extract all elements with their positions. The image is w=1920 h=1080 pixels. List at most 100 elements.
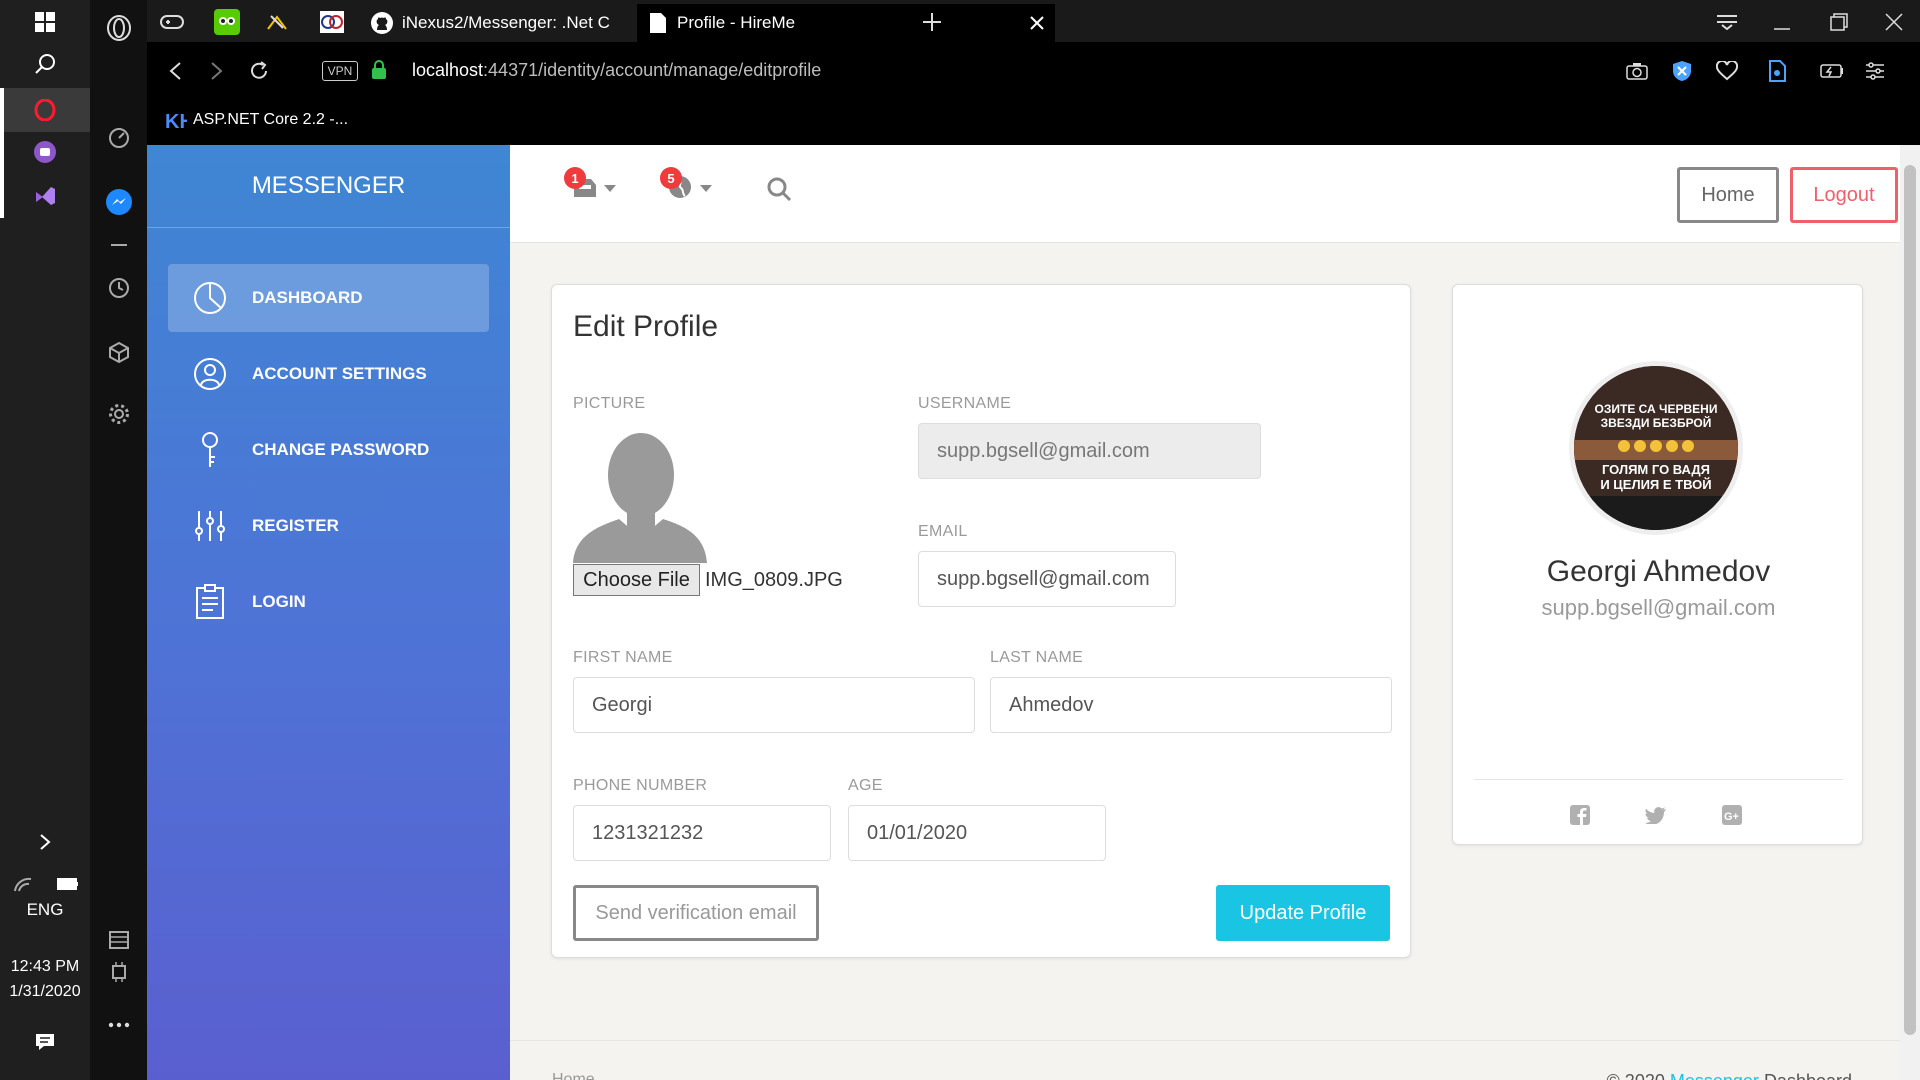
pinned-site-icon-2[interactable]	[312, 6, 352, 38]
bookmarks-bar: KH ASP.NET Core 2.2 -...	[147, 100, 1920, 145]
sidebar-item-change-password[interactable]: CHANGE PASSWORD	[168, 416, 489, 484]
more-options-icon[interactable]	[90, 1005, 147, 1045]
logout-button[interactable]: Logout	[1790, 167, 1898, 223]
sidebar-item-label: LOGIN	[252, 592, 306, 611]
age-field[interactable]: 01/01/2020	[848, 805, 1106, 861]
clipboard-icon	[196, 584, 224, 619]
google-plus-icon[interactable]: G+	[1720, 803, 1744, 827]
minimize-icon[interactable]	[1762, 6, 1802, 38]
tab-profile-label: Profile - HireMe	[677, 13, 796, 32]
windows-taskbar: ENG 12:43 PM 1/31/2020	[0, 0, 90, 1080]
language-indicator[interactable]: ENG	[0, 900, 90, 920]
username-field[interactable]: supp.bgsell@gmail.com	[918, 423, 1261, 479]
tab-profile[interactable]: Profile - HireMe	[637, 4, 1055, 42]
camera-icon[interactable]	[1617, 55, 1657, 87]
vpn-badge[interactable]: VPN	[322, 61, 358, 81]
close-window-icon[interactable]	[1874, 6, 1914, 38]
history-icon[interactable]	[90, 268, 147, 308]
scrollbar-thumb[interactable]	[1904, 165, 1916, 1035]
visual-studio-icon[interactable]	[0, 174, 90, 218]
sidebar-item-label: ACCOUNT SETTINGS	[252, 364, 427, 383]
extensions-icon[interactable]	[90, 332, 147, 372]
caret-down-icon	[604, 185, 616, 192]
facebook-icon[interactable]	[1568, 803, 1592, 827]
address-bar: VPN localhost:44371/identity/account/man…	[147, 42, 1920, 100]
chevron-right-icon[interactable]	[0, 820, 90, 864]
page-viewport: MESSENGER DASHBOARD ACCOUNT SETTINGS CHA…	[147, 145, 1920, 1080]
footer-home-link[interactable]: Home	[552, 1071, 595, 1080]
clock-time: 12:43 PM	[10, 958, 80, 975]
back-icon[interactable]	[155, 55, 195, 87]
send-verification-email-button[interactable]: Send verification email	[573, 885, 819, 941]
profile-name: Georgi Ahmedov	[1546, 555, 1771, 588]
sidebar-item-dashboard[interactable]: DASHBOARD	[168, 264, 489, 332]
easy-setup-icon[interactable]	[1855, 55, 1895, 87]
messages-dropdown[interactable]: 1	[564, 167, 616, 201]
clock[interactable]: 12:43 PM 1/31/2020	[0, 954, 90, 1004]
sidebar-item-account-settings[interactable]: ACCOUNT SETTINGS	[168, 340, 489, 408]
home-button[interactable]: Home	[1677, 167, 1779, 223]
caret-down-icon	[700, 185, 712, 192]
choose-file-button[interactable]: Choose File	[573, 564, 700, 596]
page-scrollbar[interactable]	[1900, 145, 1920, 1080]
avatar-caption-line: ОЗИТЕ СА ЧЕРВЕНИ	[1594, 402, 1718, 416]
cpu-icon[interactable]	[90, 952, 147, 992]
new-tab-plus-icon[interactable]	[912, 6, 952, 38]
notifications-dropdown[interactable]: 5	[660, 167, 712, 201]
opera-taskbar-icon[interactable]	[0, 88, 90, 132]
messenger-icon[interactable]	[90, 182, 147, 222]
github-icon	[371, 12, 393, 34]
forward-icon[interactable]	[197, 55, 237, 87]
messages-count-badge: 1	[564, 167, 586, 189]
divider	[1474, 779, 1843, 780]
page-icon	[650, 13, 666, 33]
user-icon	[194, 358, 226, 390]
update-profile-button[interactable]: Update Profile	[1216, 885, 1390, 941]
age-label: AGE	[848, 777, 883, 794]
battery-saver-icon[interactable]	[1812, 55, 1852, 87]
restore-icon[interactable]	[1819, 6, 1859, 38]
footer-brand-link[interactable]: Messenger	[1670, 1071, 1759, 1080]
svg-text:G+: G+	[1724, 811, 1739, 823]
clock-date: 1/31/2020	[9, 983, 81, 1000]
profile-summary-card: ОЗИТЕ СА ЧЕРВЕНИ ЗВЕЗДИ БЕЗБРОЙ ГОЛЯМ ГО…	[1452, 284, 1863, 845]
search-icon[interactable]	[766, 176, 792, 202]
action-center-icon[interactable]	[0, 1020, 90, 1064]
page-footer: Home © 2020 Messenger Dashboard	[510, 1040, 1900, 1080]
phone-number-label: PHONE NUMBER	[573, 777, 708, 794]
lock-icon[interactable]	[371, 60, 387, 80]
heart-icon[interactable]	[1707, 55, 1747, 87]
notifications-count-badge: 5	[660, 167, 682, 189]
sidebar-item-label: CHANGE PASSWORD	[252, 440, 430, 459]
email-field[interactable]: supp.bgsell@gmail.com	[918, 551, 1176, 607]
twitter-icon[interactable]	[1644, 803, 1668, 827]
pinned-site-icon[interactable]	[257, 6, 297, 38]
sidebar-item-login[interactable]: LOGIN	[168, 568, 489, 636]
url-field[interactable]: localhost:44371/identity/account/manage/…	[412, 60, 821, 81]
footer-copy-prefix: © 2020	[1607, 1071, 1665, 1080]
speed-dial-icon[interactable]	[90, 118, 147, 158]
sidebar-item-register[interactable]: REGISTER	[168, 492, 489, 560]
edit-profile-card: Edit Profile PICTURE Choose File IMG_080…	[551, 284, 1411, 958]
search-icon[interactable]	[0, 42, 90, 86]
extension-icon[interactable]	[1757, 55, 1797, 87]
phone-number-field[interactable]: 1231321232	[573, 805, 831, 861]
brand-logo[interactable]: MESSENGER	[147, 145, 510, 228]
duolingo-icon[interactable]	[207, 6, 247, 38]
first-name-field[interactable]: Georgi	[573, 677, 975, 733]
close-icon[interactable]	[1029, 15, 1045, 31]
last-name-field[interactable]: Ahmedov	[990, 677, 1392, 733]
opera-sidebar	[90, 0, 147, 1080]
bookmark-item[interactable]: KH ASP.NET Core 2.2 -...	[165, 108, 348, 132]
avatar: ОЗИТЕ СА ЧЕРВЕНИ ЗВЕЗДИ БЕЗБРОЙ ГОЛЯМ ГО…	[1569, 361, 1743, 535]
reload-icon[interactable]	[239, 55, 279, 87]
adblock-shield-icon[interactable]	[1662, 55, 1702, 87]
opera-menu-icon[interactable]	[90, 8, 147, 48]
settings-gear-icon[interactable]	[90, 394, 147, 434]
picture-label: PICTURE	[573, 395, 646, 412]
gamepad-icon[interactable]	[152, 6, 192, 38]
windows-start-icon[interactable]	[0, 0, 90, 44]
username-label: USERNAME	[918, 395, 1012, 412]
tab-menu-icon[interactable]	[1707, 6, 1747, 38]
app-taskbar-icon[interactable]	[0, 130, 90, 174]
